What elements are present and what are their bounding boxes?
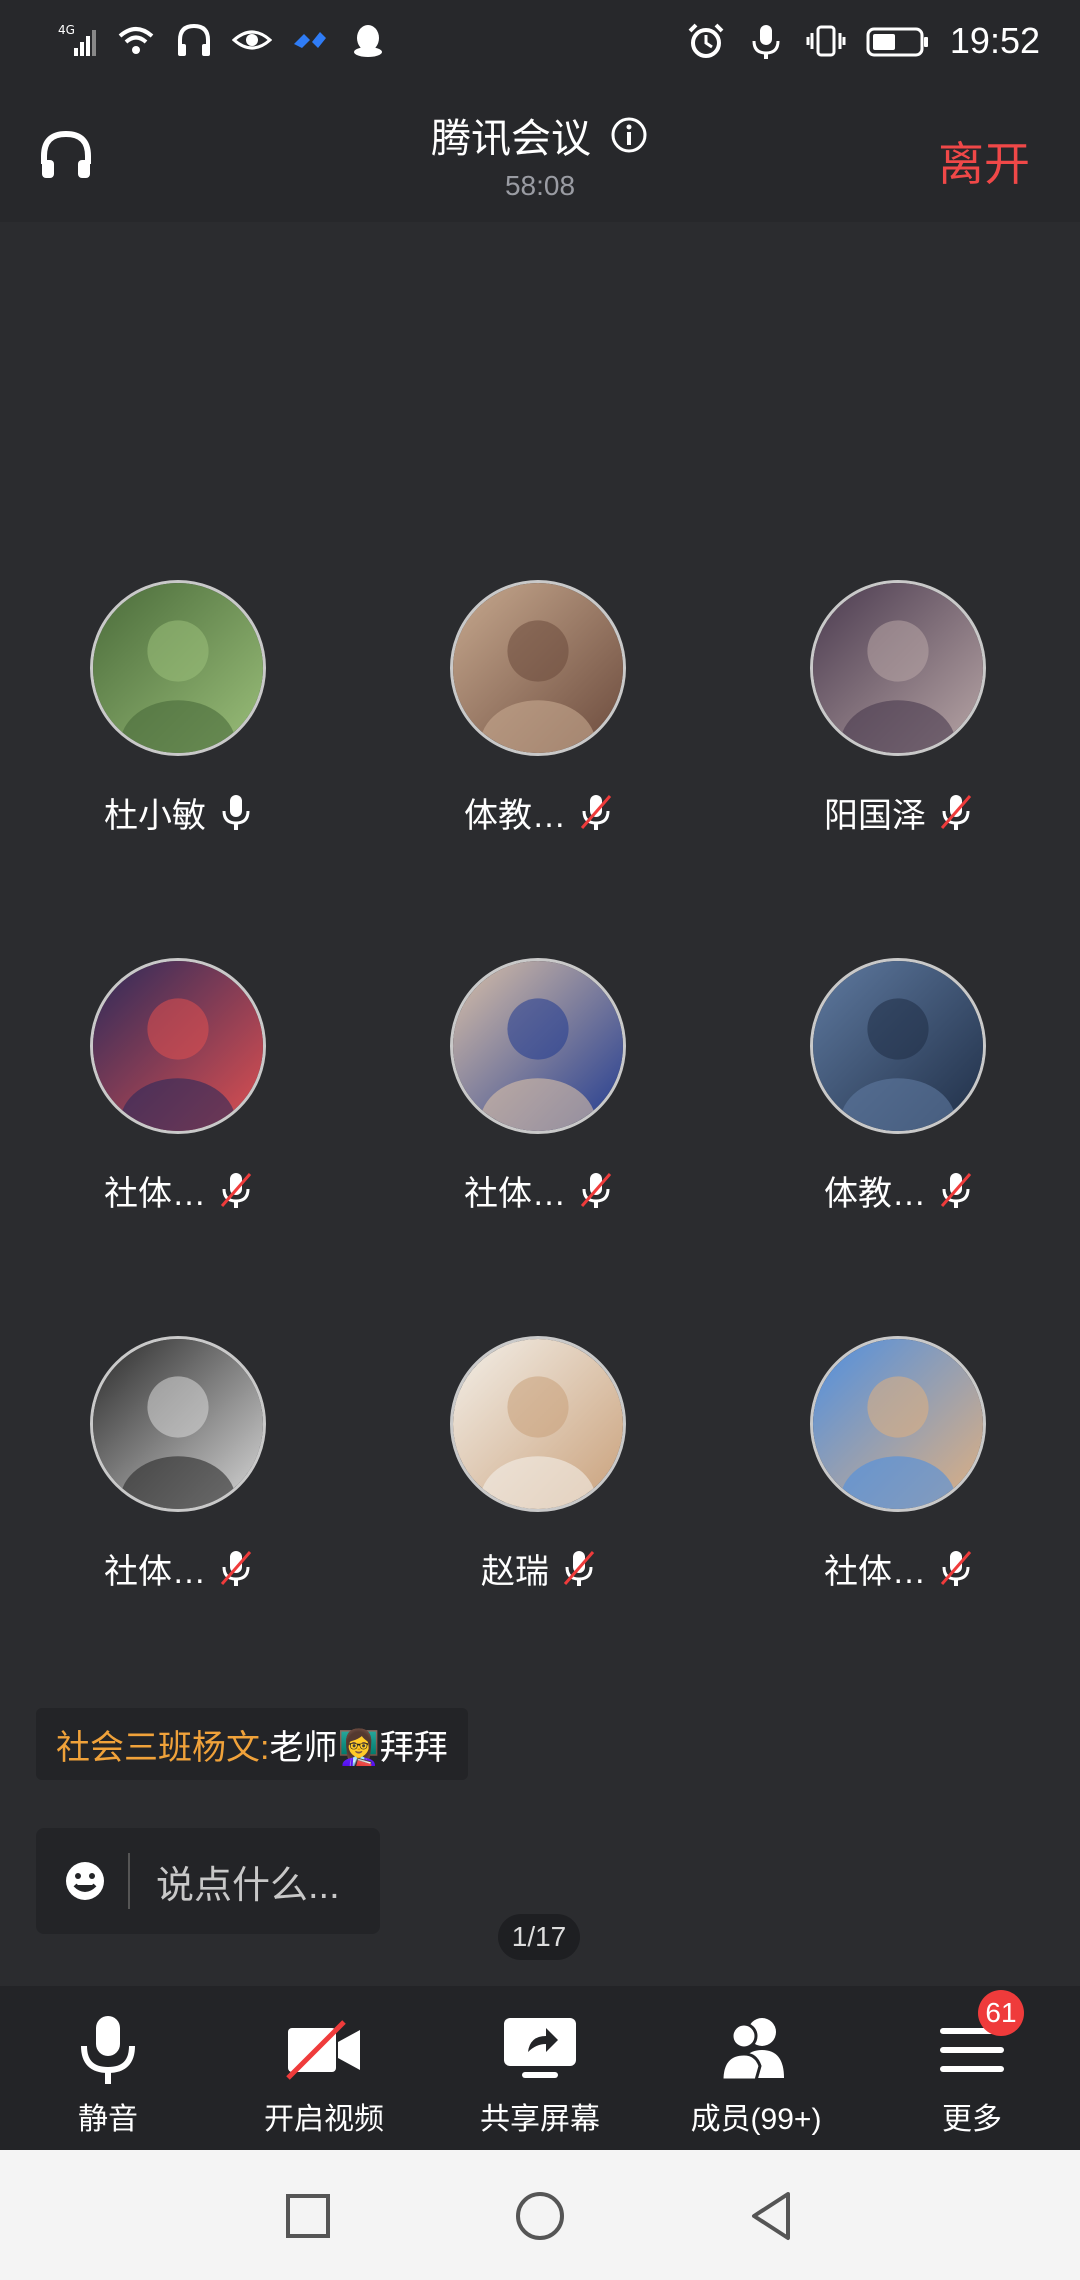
mic-muted-icon (576, 792, 616, 832)
vibrate-icon (806, 21, 846, 61)
battery-icon (866, 21, 930, 61)
participant-tile[interactable]: 社体… (30, 958, 330, 1218)
participant-name-row: 体教… (750, 1166, 1050, 1214)
qq-icon (348, 20, 388, 60)
members-button[interactable]: 成员(99+) (648, 1986, 864, 2150)
participant-tile[interactable]: 赵瑞 (390, 1336, 690, 1596)
more-badge: 61 (978, 1990, 1024, 2036)
participant-name: 赵瑞 (481, 1552, 549, 1591)
meeting-app-icon (290, 20, 330, 60)
share-screen-label: 共享屏幕 (480, 2103, 600, 2136)
wifi-icon (116, 20, 156, 60)
participant-avatar (810, 1336, 986, 1512)
more-button[interactable]: 61 更多 (864, 1986, 1080, 2150)
members-icon (720, 2018, 784, 2082)
chat-placeholder: 说点什么... (156, 1864, 340, 1907)
participant-name: 杜小敏 (104, 796, 206, 835)
participant-name: 社体… (464, 1174, 566, 1213)
mic-muted-icon (216, 1548, 256, 1588)
meeting-duration: 58:08 (504, 170, 576, 201)
share-screen-icon (504, 2018, 576, 2078)
participant-avatar (90, 1336, 266, 1512)
participant-tile[interactable]: 体教… (390, 580, 690, 840)
chat-sender: 社会三班杨文: (56, 1728, 270, 1767)
chat-input[interactable]: 说点什么... (36, 1828, 380, 1934)
participant-avatar (90, 958, 266, 1134)
participant-name-row: 体教… (390, 788, 690, 836)
mic-muted-icon (216, 1170, 256, 1210)
participant-avatar (810, 580, 986, 756)
participant-name-row: 社体… (30, 1544, 330, 1592)
input-divider (128, 1853, 130, 1909)
participant-avatar (810, 958, 986, 1134)
svg-text:4G: 4G (58, 23, 75, 37)
participant-name-row: 赵瑞 (390, 1544, 690, 1592)
mic-muted-icon (936, 792, 976, 832)
mic-muted-icon (936, 1170, 976, 1210)
participant-name-row: 社体… (390, 1166, 690, 1214)
participant-tile[interactable]: 杜小敏 (30, 580, 330, 840)
alarm-icon (686, 21, 726, 61)
meeting-title: 腾讯会议 (431, 117, 591, 161)
chat-text: 老师👩‍🏫拜拜 (269, 1728, 448, 1767)
mic-on-icon (216, 792, 256, 832)
participant-tile[interactable]: 阳国泽 (750, 580, 1050, 840)
start-video-button[interactable]: 开启视频 (216, 1986, 432, 2150)
participant-name: 体教… (464, 796, 566, 835)
mic-muted-icon (559, 1548, 599, 1588)
chat-message: 社会三班杨文: 老师👩‍🏫拜拜 (36, 1708, 468, 1780)
page-indicator: 1/17 (498, 1914, 580, 1960)
recents-square-icon[interactable] (278, 2186, 338, 2246)
status-bar: 4G 19:52 (0, 0, 1080, 90)
participant-name: 阳国泽 (824, 796, 926, 835)
participant-avatar (90, 580, 266, 756)
video-off-icon (286, 2020, 360, 2080)
participant-name: 社体… (104, 1174, 206, 1213)
signal-4g-icon: 4G (58, 20, 98, 60)
participant-avatar (450, 580, 626, 756)
clock-time: 19:52 (949, 20, 1040, 61)
mic-muted-icon (576, 1170, 616, 1210)
participant-name-row: 社体… (750, 1544, 1050, 1592)
members-label: 成员(99+) (690, 2103, 822, 2136)
participant-tile[interactable]: 社体… (750, 1336, 1050, 1596)
home-circle-icon[interactable] (510, 2186, 570, 2246)
participant-name-row: 杜小敏 (30, 788, 330, 836)
microphone-icon (81, 2016, 135, 2084)
mic-muted-icon (936, 1548, 976, 1588)
participant-name: 社体… (824, 1552, 926, 1591)
meeting-header: 腾讯会议 58:08 离开 (0, 90, 1080, 222)
mute-button[interactable]: 静音 (0, 1986, 216, 2150)
bottom-toolbar: 静音 开启视频 共享屏幕 成员(99+) 61 更多 (0, 1986, 1080, 2150)
share-screen-button[interactable]: 共享屏幕 (432, 1986, 648, 2150)
participant-name-row: 社体… (30, 1166, 330, 1214)
start-video-label: 开启视频 (264, 2103, 384, 2136)
participant-avatar (450, 1336, 626, 1512)
participant-tile[interactable]: 社体… (390, 958, 690, 1218)
emoji-icon[interactable] (64, 1860, 106, 1902)
leave-button[interactable]: 离开 (938, 128, 1030, 194)
participant-name: 社体… (104, 1552, 206, 1591)
eye-icon (232, 20, 272, 60)
participant-tile[interactable]: 社体… (30, 1336, 330, 1596)
system-nav-bar (0, 2150, 1080, 2280)
headphones-icon (174, 20, 214, 60)
mute-label: 静音 (78, 2103, 138, 2136)
participant-tile[interactable]: 体教… (750, 958, 1050, 1218)
back-triangle-icon[interactable] (742, 2186, 802, 2246)
more-label: 更多 (942, 2103, 1002, 2136)
participant-name-row: 阳国泽 (750, 788, 1050, 836)
info-icon[interactable] (609, 115, 649, 155)
participant-avatar (450, 958, 626, 1134)
microphone-status-icon (746, 21, 786, 61)
participant-name: 体教… (824, 1174, 926, 1213)
